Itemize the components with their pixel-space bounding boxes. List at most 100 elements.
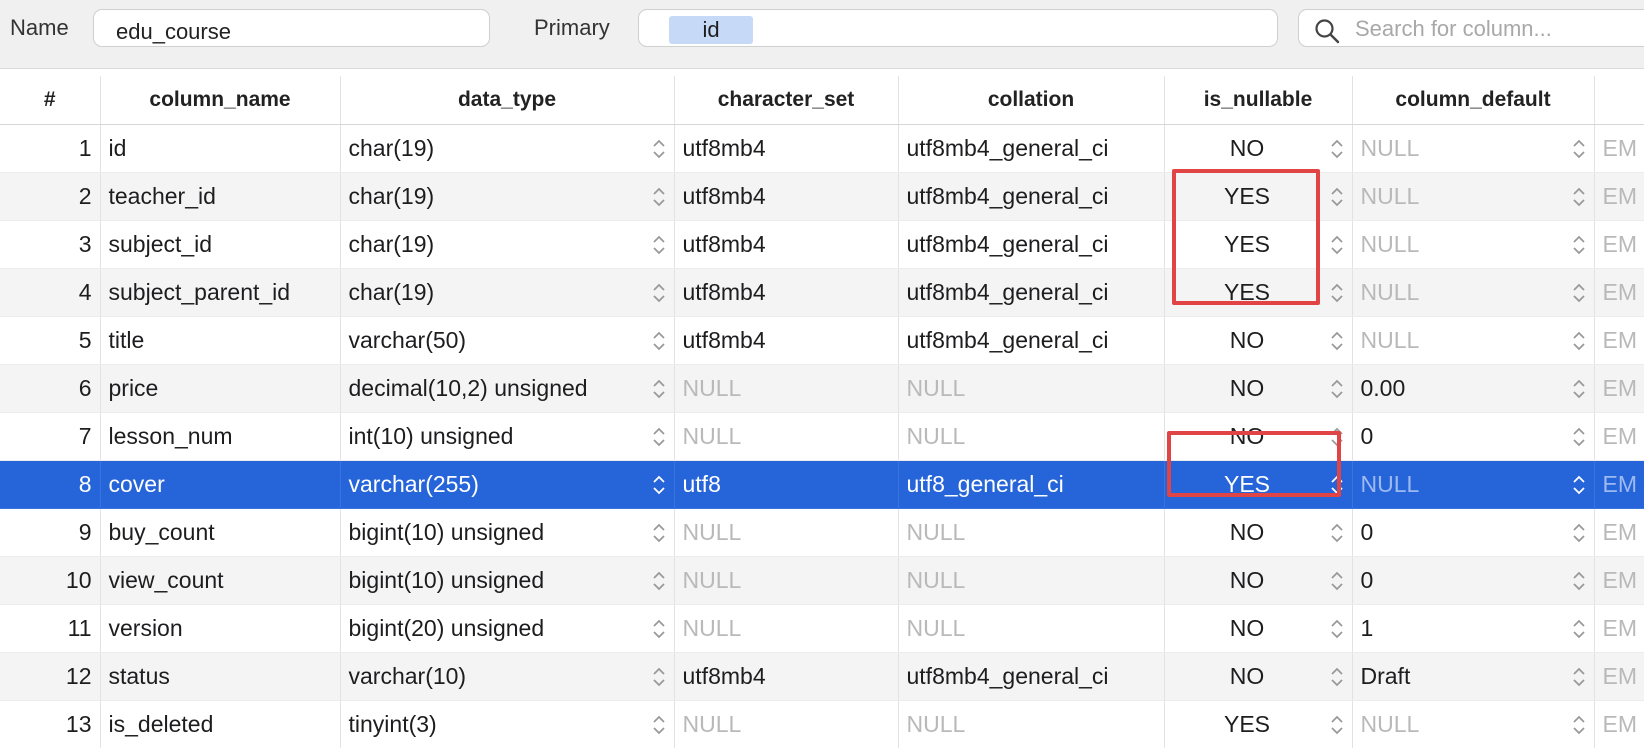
up-down-chevron-icon[interactable] xyxy=(652,378,666,400)
column-default-cell[interactable]: NULL xyxy=(1352,316,1595,365)
column-name-cell[interactable]: teacher_id xyxy=(100,172,341,221)
data-type-cell[interactable]: varchar(255) xyxy=(340,460,675,509)
extra-cell[interactable]: EM xyxy=(1594,412,1644,461)
up-down-chevron-icon[interactable] xyxy=(1330,570,1344,592)
extra-cell[interactable]: EM xyxy=(1594,556,1644,605)
column-name-cell[interactable]: title xyxy=(100,316,341,365)
row-index[interactable]: 2 xyxy=(0,172,101,221)
character-set-cell[interactable]: NULL xyxy=(674,508,899,557)
table-row[interactable]: 11 version bigint(20) unsigned NULL NULL NO 1 E… xyxy=(0,604,1644,653)
collation-cell[interactable]: NULL xyxy=(898,508,1165,557)
data-type-cell[interactable]: tinyint(3) xyxy=(340,700,675,748)
table-row[interactable]: 8 cover varchar(255) utf8 utf8_general_ci YES… xyxy=(0,460,1644,509)
table-row[interactable]: 2 teacher_id char(19) utf8mb4 utf8mb4_genera… xyxy=(0,172,1644,221)
primary-key-token[interactable]: id xyxy=(669,16,753,44)
row-index[interactable]: 13 xyxy=(0,700,101,748)
collation-cell[interactable]: NULL xyxy=(898,412,1165,461)
character-set-cell[interactable]: NULL xyxy=(674,700,899,748)
col-header-column-default[interactable]: column_default xyxy=(1352,76,1595,125)
up-down-chevron-icon[interactable] xyxy=(1572,714,1586,736)
up-down-chevron-icon[interactable] xyxy=(652,666,666,688)
column-default-cell[interactable]: 0 xyxy=(1352,412,1595,461)
up-down-chevron-icon[interactable] xyxy=(1572,186,1586,208)
up-down-chevron-icon[interactable] xyxy=(1330,714,1344,736)
up-down-chevron-icon[interactable] xyxy=(1330,474,1344,496)
up-down-chevron-icon[interactable] xyxy=(652,426,666,448)
character-set-cell[interactable]: NULL xyxy=(674,556,899,605)
row-index[interactable]: 9 xyxy=(0,508,101,557)
character-set-cell[interactable]: utf8mb4 xyxy=(674,652,899,701)
is-nullable-cell[interactable]: NO xyxy=(1164,124,1353,173)
table-row[interactable]: 6 price decimal(10,2) unsigned NULL NULL NO 0.… xyxy=(0,364,1644,413)
up-down-chevron-icon[interactable] xyxy=(652,234,666,256)
column-name-cell[interactable]: status xyxy=(100,652,341,701)
collation-cell[interactable]: NULL xyxy=(898,364,1165,413)
up-down-chevron-icon[interactable] xyxy=(652,522,666,544)
collation-cell[interactable]: utf8mb4_general_ci xyxy=(898,652,1165,701)
character-set-cell[interactable]: utf8 xyxy=(674,460,899,509)
row-index[interactable]: 10 xyxy=(0,556,101,605)
up-down-chevron-icon[interactable] xyxy=(652,570,666,592)
up-down-chevron-icon[interactable] xyxy=(1330,138,1344,160)
extra-cell[interactable]: EM xyxy=(1594,652,1644,701)
col-header-is-nullable[interactable]: is_nullable xyxy=(1164,76,1353,125)
up-down-chevron-icon[interactable] xyxy=(652,138,666,160)
up-down-chevron-icon[interactable] xyxy=(652,186,666,208)
extra-cell[interactable]: EM xyxy=(1594,316,1644,365)
column-name-cell[interactable]: is_deleted xyxy=(100,700,341,748)
column-name-cell[interactable]: lesson_num xyxy=(100,412,341,461)
up-down-chevron-icon[interactable] xyxy=(652,330,666,352)
col-header-character-set[interactable]: character_set xyxy=(674,76,899,125)
column-default-cell[interactable]: 0 xyxy=(1352,508,1595,557)
up-down-chevron-icon[interactable] xyxy=(652,282,666,304)
data-type-cell[interactable]: bigint(10) unsigned xyxy=(340,556,675,605)
collation-cell[interactable]: NULL xyxy=(898,700,1165,748)
row-index[interactable]: 6 xyxy=(0,364,101,413)
table-row[interactable]: 12 status varchar(10) utf8mb4 utf8mb4_genera… xyxy=(0,652,1644,701)
up-down-chevron-icon[interactable] xyxy=(1572,330,1586,352)
column-name-cell[interactable]: subject_id xyxy=(100,220,341,269)
data-type-cell[interactable]: bigint(10) unsigned xyxy=(340,508,675,557)
character-set-cell[interactable]: utf8mb4 xyxy=(674,268,899,317)
collation-cell[interactable]: NULL xyxy=(898,604,1165,653)
col-header-index[interactable]: # xyxy=(0,76,101,125)
collation-cell[interactable]: utf8mb4_general_ci xyxy=(898,316,1165,365)
data-type-cell[interactable]: char(19) xyxy=(340,220,675,269)
table-name-field[interactable]: edu_course xyxy=(93,9,490,47)
table-row[interactable]: 13 is_deleted tinyint(3) NULL NULL YES NULL EM xyxy=(0,700,1644,748)
is-nullable-cell[interactable]: NO xyxy=(1164,652,1353,701)
up-down-chevron-icon[interactable] xyxy=(1572,666,1586,688)
column-name-cell[interactable]: id xyxy=(100,124,341,173)
up-down-chevron-icon[interactable] xyxy=(1572,618,1586,640)
extra-cell[interactable]: EM xyxy=(1594,700,1644,748)
up-down-chevron-icon[interactable] xyxy=(1572,138,1586,160)
data-type-cell[interactable]: char(19) xyxy=(340,268,675,317)
collation-cell[interactable]: utf8mb4_general_ci xyxy=(898,268,1165,317)
data-type-cell[interactable]: varchar(50) xyxy=(340,316,675,365)
up-down-chevron-icon[interactable] xyxy=(1330,522,1344,544)
is-nullable-cell[interactable]: YES xyxy=(1164,700,1353,748)
table-row[interactable]: 5 title varchar(50) utf8mb4 utf8mb4_general_… xyxy=(0,316,1644,365)
column-default-cell[interactable]: NULL xyxy=(1352,460,1595,509)
col-header-extra[interactable]: ex xyxy=(1594,76,1644,125)
up-down-chevron-icon[interactable] xyxy=(1572,474,1586,496)
character-set-cell[interactable]: utf8mb4 xyxy=(674,124,899,173)
data-type-cell[interactable]: char(19) xyxy=(340,172,675,221)
row-index[interactable]: 11 xyxy=(0,604,101,653)
data-type-cell[interactable]: varchar(10) xyxy=(340,652,675,701)
is-nullable-cell[interactable]: NO xyxy=(1164,412,1353,461)
character-set-cell[interactable]: NULL xyxy=(674,364,899,413)
data-type-cell[interactable]: char(19) xyxy=(340,124,675,173)
up-down-chevron-icon[interactable] xyxy=(1572,234,1586,256)
column-default-cell[interactable]: NULL xyxy=(1352,268,1595,317)
is-nullable-cell[interactable]: YES xyxy=(1164,460,1353,509)
is-nullable-cell[interactable]: NO xyxy=(1164,316,1353,365)
table-row[interactable]: 1 id char(19) utf8mb4 utf8mb4_general_ci NO NU… xyxy=(0,124,1644,173)
table-row[interactable]: 9 buy_count bigint(10) unsigned NULL NULL NO 0… xyxy=(0,508,1644,557)
search-input[interactable] xyxy=(1353,12,1644,46)
column-name-cell[interactable]: view_count xyxy=(100,556,341,605)
is-nullable-cell[interactable]: YES xyxy=(1164,268,1353,317)
is-nullable-cell[interactable]: NO xyxy=(1164,556,1353,605)
column-name-cell[interactable]: version xyxy=(100,604,341,653)
extra-cell[interactable]: EM xyxy=(1594,172,1644,221)
